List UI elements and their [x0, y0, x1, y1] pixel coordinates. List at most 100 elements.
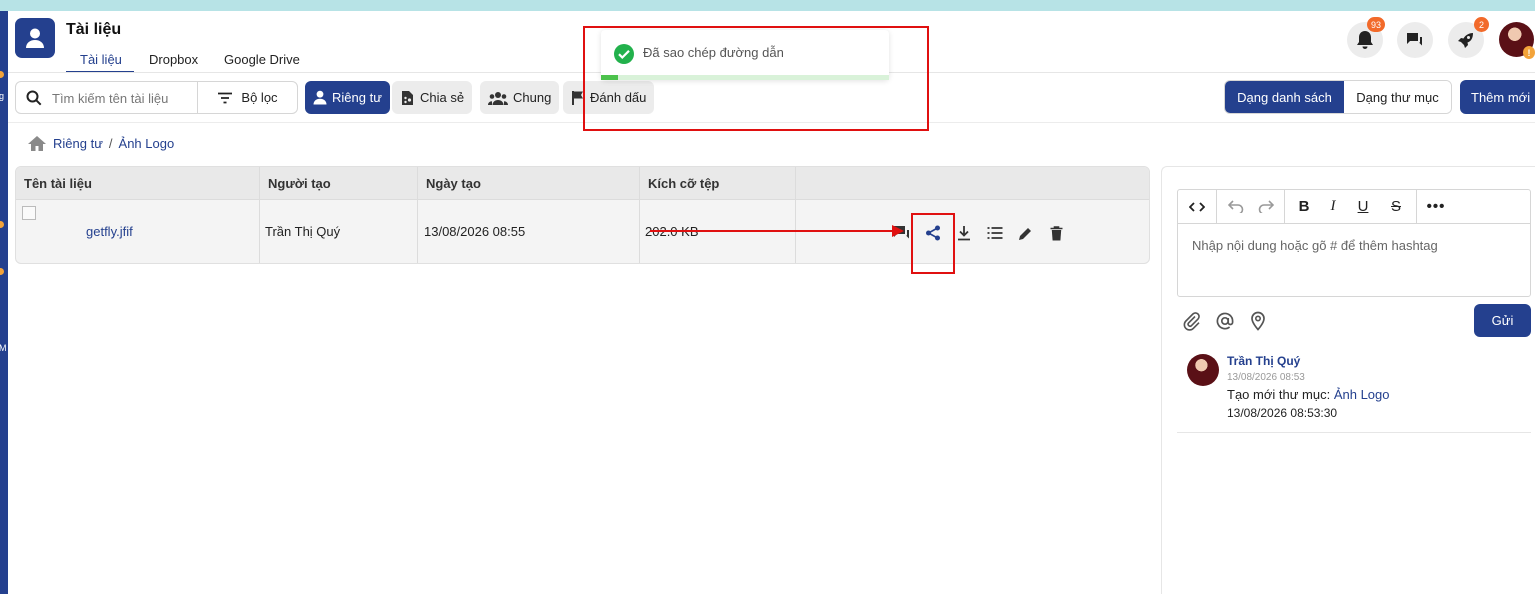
chip-chung[interactable]: Chung	[480, 81, 560, 114]
person-icon	[313, 90, 327, 105]
annotation-arrow	[650, 225, 904, 237]
notifications-badge: 93	[1367, 17, 1386, 32]
chip-label: Riêng tư	[332, 90, 382, 105]
comment-input[interactable]	[1192, 238, 1512, 278]
activity-text-prefix: Tạo mới thư mục:	[1227, 387, 1331, 402]
mention-icon[interactable]	[1215, 311, 1235, 331]
nav-letter-m: M	[0, 343, 7, 353]
view-list-button[interactable]: Dạng danh sách	[1225, 81, 1344, 113]
activity-folder-link[interactable]: Ảnh Logo	[1334, 387, 1390, 402]
activity-time: 13/08/2026 08:53	[1227, 372, 1305, 383]
group-icon	[488, 91, 508, 105]
chip-chia-se[interactable]: Chia sẻ	[392, 81, 473, 114]
paperclip-icon[interactable]	[1182, 311, 1202, 331]
italic-button[interactable]: I	[1321, 190, 1345, 223]
search-box: Bộ lọc	[15, 81, 298, 114]
edit-button[interactable]	[1010, 223, 1041, 243]
cell-creator: Trần Thị Quý	[265, 224, 341, 239]
more-options-button[interactable]: •••	[1422, 190, 1450, 223]
code-icon	[1189, 201, 1205, 212]
bold-button[interactable]: B	[1291, 190, 1317, 223]
more-icon: •••	[1426, 198, 1446, 215]
avatar-status-badge: !	[1523, 46, 1535, 59]
tab-tai-lieu[interactable]: Tài liệu	[80, 52, 122, 67]
breadcrumb-item-rieng-tu[interactable]: Riêng tư	[53, 136, 103, 151]
nav-dot	[0, 268, 4, 275]
nav-dot	[0, 221, 4, 228]
filter-button[interactable]: Bộ lọc	[197, 82, 298, 113]
messages-button[interactable]	[1397, 22, 1433, 58]
nav-dot	[0, 71, 4, 78]
toolbar-divider	[1416, 190, 1417, 223]
underline-icon: U	[1357, 198, 1369, 215]
home-icon[interactable]	[27, 135, 47, 152]
strikethrough-icon: S	[1390, 198, 1401, 215]
delete-button[interactable]	[1041, 223, 1072, 243]
comment-panel: B I U S ••• Gửi Trần Thị Quý 13/08/2026 …	[1161, 166, 1535, 594]
activity-text: Tạo mới thư mục: Ảnh Logo	[1227, 387, 1390, 402]
browser-top-strip	[0, 0, 1535, 11]
activity-avatar	[1187, 354, 1219, 386]
edit-icon	[1019, 227, 1031, 240]
column-header-name[interactable]: Tên tài liệu	[24, 176, 92, 191]
tab-google-drive[interactable]: Google Drive	[224, 52, 300, 67]
nav-letter-g: g	[0, 91, 5, 101]
view-toggle: Dạng danh sách Dạng thư mục	[1224, 80, 1452, 114]
search-icon	[26, 90, 42, 106]
editor-toolbar: B I U S •••	[1178, 190, 1530, 224]
undo-icon	[1228, 200, 1244, 213]
table-header: Tên tài liệu Người tạo Ngày tạo Kích cỡ …	[16, 167, 1149, 200]
app-icon[interactable]	[15, 18, 55, 58]
tab-dropbox[interactable]: Dropbox	[149, 52, 198, 67]
toolbar-divider	[1216, 190, 1217, 223]
strikethrough-button[interactable]: S	[1384, 190, 1408, 223]
bell-icon	[1357, 31, 1373, 49]
breadcrumb: Riêng tư / Ảnh Logo	[27, 135, 174, 152]
column-header-created[interactable]: Ngày tạo	[426, 176, 481, 191]
undo-button[interactable]	[1222, 190, 1250, 223]
filter-label: Bộ lọc	[241, 90, 278, 105]
italic-icon: I	[1330, 198, 1336, 214]
breadcrumb-item-anh-logo[interactable]: Ảnh Logo	[119, 136, 175, 151]
chat-icon	[1406, 33, 1422, 46]
column-divider	[259, 167, 260, 263]
column-divider	[639, 167, 640, 263]
screen: g M Tài liệu Tài liệu Dropbox Google Dri…	[0, 0, 1535, 594]
chip-label: Chia sẻ	[420, 90, 465, 105]
underline-button[interactable]: U	[1351, 190, 1375, 223]
shared-doc-icon	[402, 90, 413, 105]
annotation-box-toast	[583, 26, 929, 131]
broken-image-icon	[22, 206, 36, 220]
chip-rieng-tu[interactable]: Riêng tư	[305, 81, 390, 114]
search-input[interactable]	[52, 89, 192, 107]
chip-label: Chung	[513, 90, 552, 105]
redo-icon	[1258, 200, 1274, 213]
left-nav-edge: g M	[0, 11, 8, 594]
add-new-button[interactable]: Thêm mới	[1460, 80, 1535, 114]
column-header-creator[interactable]: Người tạo	[268, 176, 331, 191]
file-name-link[interactable]: getfly.jfif	[86, 224, 133, 239]
comment-editor: B I U S •••	[1177, 189, 1531, 297]
person-icon	[26, 28, 44, 48]
send-button[interactable]: Gửi	[1474, 304, 1531, 337]
activity-author[interactable]: Trần Thị Quý	[1227, 354, 1300, 368]
breadcrumb-separator: /	[108, 136, 113, 151]
download-icon	[957, 226, 970, 241]
view-folder-button[interactable]: Dạng thư mục	[1344, 81, 1451, 113]
location-icon[interactable]	[1248, 311, 1268, 331]
column-header-size[interactable]: Kích cỡ tệp	[648, 176, 719, 191]
activity-item: Trần Thị Quý 13/08/2026 08:53 Tạo mới th…	[1177, 351, 1531, 433]
delete-icon	[1050, 225, 1063, 240]
details-button[interactable]	[979, 223, 1010, 243]
activity-timestamp: 13/08/2026 08:53:30	[1227, 406, 1338, 420]
documents-table: Tên tài liệu Người tạo Ngày tạo Kích cỡ …	[15, 166, 1150, 264]
column-divider	[795, 167, 796, 263]
column-divider	[417, 167, 418, 263]
annotation-box-share	[911, 213, 955, 274]
cell-created: 13/08/2026 08:55	[424, 224, 526, 239]
quick-actions-badge: 2	[1474, 17, 1489, 32]
redo-button[interactable]	[1252, 190, 1280, 223]
code-view-button[interactable]	[1178, 190, 1216, 223]
rocket-icon	[1458, 33, 1473, 48]
toolbar-divider	[1284, 190, 1285, 223]
